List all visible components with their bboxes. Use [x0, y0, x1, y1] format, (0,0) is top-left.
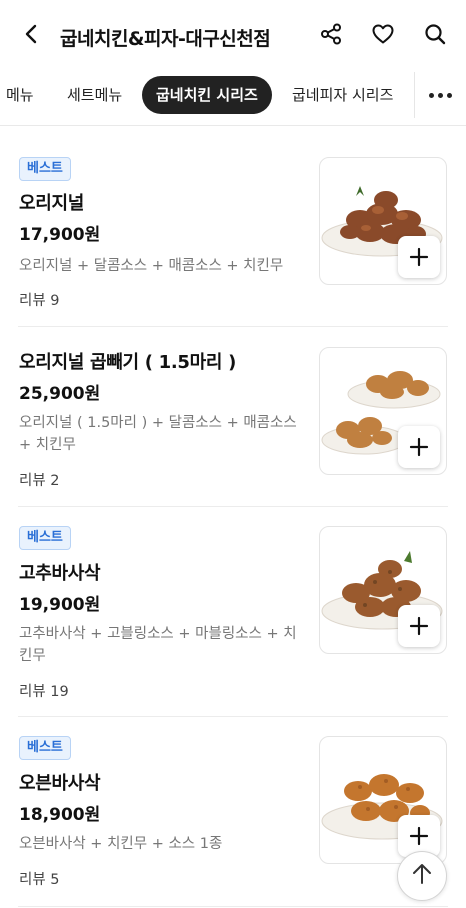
plus-icon	[409, 437, 429, 457]
item-review-count: 리뷰 2	[19, 473, 60, 489]
store-title: 굽네치킨&피자-대구신천점	[60, 28, 271, 50]
item-description: 오리지널 ( 1.5마리 ) + 달콤소스 + 매콤소스 + 치킨무	[19, 415, 297, 453]
add-to-cart-button[interactable]	[398, 605, 440, 647]
tab-menu[interactable]: 메뉴	[6, 76, 34, 114]
best-badge: 베스트	[19, 526, 71, 550]
tab-goobne-pizza-series[interactable]: 굽네피자 시리즈	[292, 76, 393, 114]
share-button[interactable]	[317, 22, 345, 50]
tabs-more-button[interactable]	[414, 72, 466, 118]
chevron-left-icon	[21, 23, 43, 49]
best-badge: 베스트	[19, 736, 71, 760]
item-image[interactable]	[319, 347, 447, 475]
item-review-count: 리뷰 9	[19, 293, 60, 309]
category-tabs: 메뉴 세트메뉴 굽네치킨 시리즈 굽네피자 시리즈	[0, 72, 466, 118]
item-name: 오리지널	[19, 193, 85, 214]
search-icon	[423, 22, 447, 50]
item-price: 18,900원	[19, 805, 101, 825]
menu-item[interactable]: 오리지널 곱빼기 ( 1.5마리 ) 25,900원 오리지널 ( 1.5마리 …	[0, 327, 466, 507]
item-price: 17,900원	[19, 225, 101, 245]
item-description: 오리지널 + 달콤소스 + 매콤소스 + 치킨무	[19, 258, 284, 274]
item-price: 25,900원	[19, 384, 101, 404]
heart-icon	[371, 22, 395, 50]
arrow-up-icon	[409, 861, 435, 891]
add-to-cart-button[interactable]	[398, 426, 440, 468]
item-image[interactable]	[319, 157, 447, 285]
item-name: 오리지널 곱빼기 ( 1.5마리 )	[19, 352, 237, 373]
back-button[interactable]	[18, 22, 46, 50]
item-divider	[18, 906, 448, 907]
tab-set-menu[interactable]: 세트메뉴	[67, 76, 122, 114]
item-review-count: 리뷰 19	[19, 684, 69, 700]
item-review-count: 리뷰 5	[19, 872, 60, 888]
plus-icon	[409, 616, 429, 636]
item-image[interactable]	[319, 736, 447, 864]
item-name: 오븐바사삭	[19, 773, 101, 794]
favorite-button[interactable]	[369, 22, 397, 50]
item-name: 고추바사삭	[19, 563, 101, 584]
menu-item[interactable]: 베스트 고추바사삭 19,900원 고추바사삭 + 고블링소스 + 마블링소스 …	[0, 507, 466, 717]
app-header: 굽네치킨&피자-대구신천점	[0, 0, 466, 72]
add-to-cart-button[interactable]	[398, 236, 440, 278]
plus-icon	[409, 247, 429, 267]
menu-item[interactable]: 베스트 오븐바사삭 18,900원 오븐바사삭 + 치킨무 + 소스 1종 리뷰…	[0, 717, 466, 907]
tab-goobne-chicken-series[interactable]: 굽네치킨 시리즈	[142, 76, 272, 114]
item-description: 고추바사삭 + 고블링소스 + 마블링소스 + 치킨무	[19, 626, 297, 664]
plus-icon	[409, 826, 429, 846]
more-horizontal-icon	[429, 92, 434, 98]
menu-item[interactable]: 베스트 오리지널 17,900원 오리지널 + 달콤소스 + 매콤소스 + 치킨…	[0, 126, 466, 327]
item-description: 오븐바사삭 + 치킨무 + 소스 1종	[19, 836, 223, 852]
best-badge: 베스트	[19, 157, 71, 181]
share-icon	[319, 22, 343, 50]
scroll-to-top-button[interactable]	[397, 851, 447, 901]
search-button[interactable]	[421, 22, 449, 50]
item-image[interactable]	[319, 526, 447, 654]
item-price: 19,900원	[19, 595, 101, 615]
